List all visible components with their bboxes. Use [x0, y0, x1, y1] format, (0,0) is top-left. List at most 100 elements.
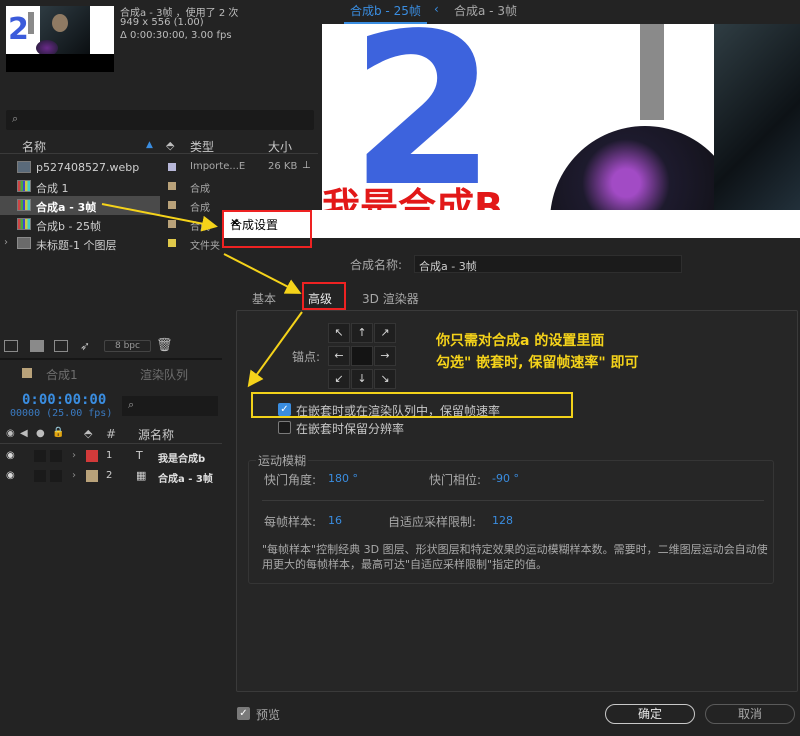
chevron-right-icon[interactable]: ›: [72, 470, 76, 481]
item-name: p527408527.webp: [36, 161, 140, 174]
anchor-label: 锚点:: [292, 350, 321, 364]
network-icon: ⊥: [302, 160, 311, 171]
tab-comp1[interactable]: 合成1: [46, 366, 78, 383]
timeline-search-input[interactable]: ⌕: [122, 396, 218, 416]
anchor-bottom-left[interactable]: ↙: [328, 369, 350, 389]
preserve-resolution-label[interactable]: 在嵌套时保留分辨率: [296, 420, 404, 437]
label-swatch[interactable]: [168, 239, 176, 247]
comp-icon: [17, 218, 31, 230]
samples-per-frame-value[interactable]: 16: [328, 514, 342, 527]
anchor-top-left[interactable]: ↖: [328, 323, 350, 343]
eye-icon[interactable]: ◉: [6, 428, 15, 439]
samples-per-frame-label: 每帧样本:: [264, 515, 317, 529]
chevron-right-icon[interactable]: ›: [72, 450, 76, 461]
thumb-face: [52, 14, 68, 32]
red-title-text: 我是合成B: [322, 185, 503, 210]
layer-row[interactable]: ◉ › 2 ▦ 合成a - 3帧: [0, 466, 222, 486]
anchor-top-right[interactable]: ↗: [374, 323, 396, 343]
preview-checkbox[interactable]: ✓: [237, 707, 250, 720]
solo-icon[interactable]: ●: [36, 428, 45, 439]
tab-render-queue[interactable]: 渲染队列: [140, 366, 188, 383]
label-swatch[interactable]: [168, 201, 176, 209]
disc-image: [550, 126, 740, 210]
comp-layer-icon: ▦: [136, 469, 147, 482]
anchor-right[interactable]: →: [374, 346, 396, 366]
motion-blur-legend: 运动模糊: [256, 452, 309, 469]
solo-toggle[interactable]: [34, 450, 46, 462]
text-layer-icon: T: [136, 449, 143, 462]
interpret-footage-icon[interactable]: [4, 340, 18, 352]
portrait-photo: [714, 24, 800, 210]
project-item-selected[interactable]: 合成a - 3帧: [0, 196, 160, 215]
anchor-center[interactable]: [351, 346, 373, 366]
bpc-button[interactable]: 8 bpc: [104, 340, 151, 352]
lock-toggle[interactable]: [50, 450, 62, 462]
eye-icon[interactable]: ◉: [6, 450, 15, 461]
tab-comp-a[interactable]: 合成a - 3帧: [454, 2, 517, 19]
lock-toggle[interactable]: [50, 470, 62, 482]
thumb-number: 2: [8, 12, 29, 47]
layer-name[interactable]: 我是合成b: [158, 450, 205, 465]
cancel-button[interactable]: 取消: [705, 704, 795, 724]
layer-name[interactable]: 合成a - 3帧: [158, 470, 213, 485]
tab-basic[interactable]: 基本: [252, 290, 276, 307]
anchor-left[interactable]: ←: [328, 346, 350, 366]
project-item[interactable]: 合成 1 合成: [0, 177, 318, 196]
column-name[interactable]: 名称: [22, 138, 46, 155]
tab-3d-renderer[interactable]: 3D 渲染器: [362, 290, 419, 307]
anchor-top[interactable]: ↑: [351, 323, 373, 343]
sort-ascending-icon[interactable]: ▲: [146, 140, 153, 150]
audio-icon[interactable]: ◀: [20, 428, 28, 439]
comp-name-label: 合成名称:: [350, 258, 403, 272]
item-name: 合成b - 25帧: [36, 220, 101, 233]
label-tag-icon[interactable]: ⬘: [166, 139, 174, 152]
label-swatch[interactable]: [168, 182, 176, 190]
shutter-angle-label: 快门角度:: [264, 473, 317, 487]
composition-viewer[interactable]: 2 我是合成B: [322, 24, 800, 210]
divider: [262, 500, 764, 501]
layer-number-header: #: [106, 427, 117, 441]
adaptive-limit-value[interactable]: 128: [492, 514, 513, 527]
item-size: 26 KB: [268, 161, 298, 172]
timecode-display[interactable]: 0:00:00:00: [22, 392, 106, 408]
new-comp-icon[interactable]: [54, 340, 68, 352]
source-name-header[interactable]: 源名称: [138, 426, 174, 443]
lock-icon[interactable]: 🔒: [52, 427, 64, 438]
anchor-bottom-right[interactable]: ↘: [374, 369, 396, 389]
shutter-angle-value[interactable]: 180 °: [328, 472, 358, 485]
chevron-left-icon[interactable]: ‹: [434, 2, 439, 16]
comp-name-input[interactable]: 合成a - 3帧: [414, 255, 682, 273]
ok-button[interactable]: 确定: [605, 704, 695, 724]
render-icon[interactable]: ➶: [80, 339, 90, 353]
search-icon: ⌕: [128, 398, 135, 411]
chevron-right-icon[interactable]: ›: [4, 237, 8, 248]
label-swatch[interactable]: [168, 220, 176, 228]
preview-label[interactable]: 预览: [256, 706, 280, 723]
shutter-phase-value[interactable]: -90 °: [492, 472, 519, 485]
label-swatch[interactable]: [168, 163, 176, 171]
preserve-resolution-checkbox[interactable]: [278, 421, 291, 434]
label-tag-icon[interactable]: ⬘: [84, 427, 92, 440]
tab-comp-b[interactable]: 合成b - 25帧: [344, 2, 427, 24]
comp-icon: [17, 180, 31, 192]
layer-column-header: ◉ ◀ ● 🔒 ⬘ # 源名称: [0, 426, 222, 444]
annotation-box-checkbox: [251, 392, 573, 418]
item-name: 合成a - 3帧: [36, 201, 97, 214]
thumb-letterbox: [6, 54, 114, 72]
trash-icon[interactable]: 🗑: [156, 338, 173, 353]
comp-icon: [17, 199, 31, 211]
column-size[interactable]: 大小: [268, 138, 292, 155]
label-swatch[interactable]: [86, 470, 98, 482]
thumb-info-duration: Δ 0:00:30:00, 3.00 fps: [120, 30, 232, 41]
layer-row[interactable]: ◉ › 1 T 我是合成b: [0, 446, 222, 466]
eye-icon[interactable]: ◉: [6, 470, 15, 481]
solo-toggle[interactable]: [34, 470, 46, 482]
label-swatch[interactable]: [86, 450, 98, 462]
new-folder-icon[interactable]: [30, 340, 44, 352]
project-item[interactable]: p527408527.webp Importe...E 26 KB ⊥: [0, 158, 318, 177]
column-type[interactable]: 类型: [190, 138, 214, 155]
project-column-header: 名称 ▲ ⬘ 类型 大小: [0, 138, 318, 154]
thumb-bar: [28, 12, 34, 34]
project-search-input[interactable]: ⌕: [6, 110, 314, 130]
anchor-bottom[interactable]: ↓: [351, 369, 373, 389]
